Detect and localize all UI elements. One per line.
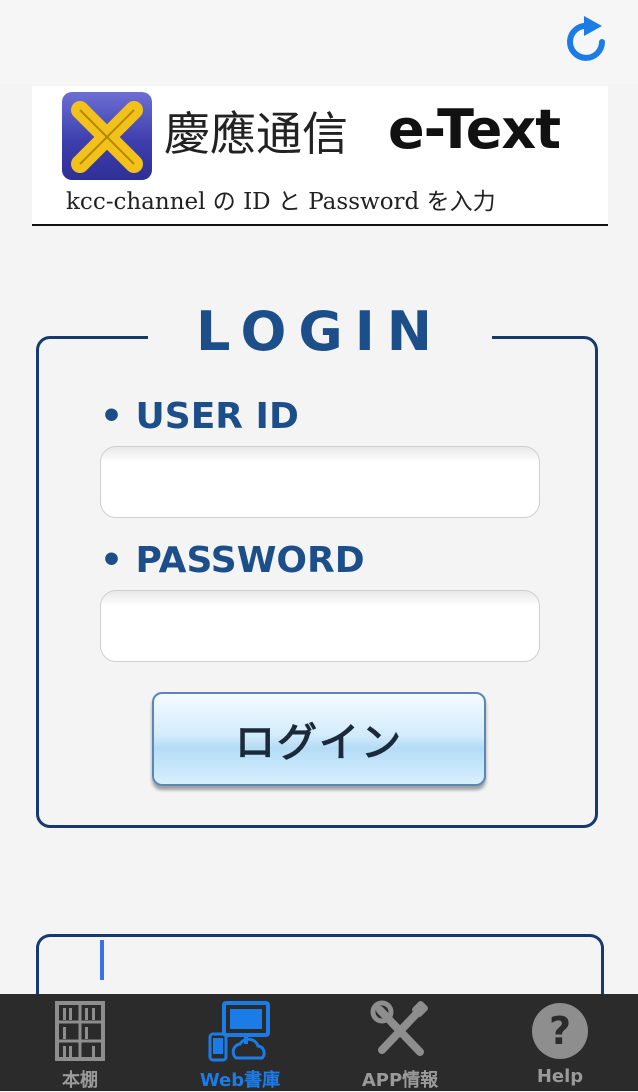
login-heading: LOGIN bbox=[148, 300, 492, 363]
password-label: • PASSWORD bbox=[100, 540, 365, 581]
tab-label: APP情報 bbox=[361, 1070, 439, 1091]
tab-web-library[interactable]: Web書庫 bbox=[160, 994, 320, 1091]
user-id-label: • USER ID bbox=[100, 396, 299, 437]
help-icon: ? bbox=[532, 1003, 588, 1059]
tab-help[interactable]: ? Help bbox=[480, 994, 638, 1091]
top-bar bbox=[0, 0, 638, 84]
web-library-icon bbox=[208, 1001, 270, 1062]
tab-bookshelf[interactable]: 本棚 bbox=[0, 994, 160, 1091]
crossed-pens-icon bbox=[71, 101, 143, 173]
header-banner: 慶應通信 e-Text kcc-channel の ID と Password … bbox=[32, 86, 608, 226]
tab-label: 本棚 bbox=[62, 1070, 98, 1091]
banner-brand: e-Text bbox=[388, 98, 561, 161]
user-id-input[interactable] bbox=[100, 446, 540, 518]
banner-title: 慶應通信 bbox=[164, 107, 348, 161]
banner-subtitle: kcc-channel の ID と Password を入力 bbox=[66, 189, 496, 215]
password-input[interactable] bbox=[100, 590, 540, 662]
login-button[interactable]: ログイン bbox=[152, 692, 486, 786]
tools-icon bbox=[370, 1000, 428, 1056]
tab-app-info[interactable]: APP情報 bbox=[320, 994, 480, 1091]
refresh-button[interactable] bbox=[564, 14, 612, 66]
tab-bar: 本棚 Web書庫 APP情報 ? Help bbox=[0, 994, 638, 1091]
tab-label: Web書庫 bbox=[199, 1070, 281, 1091]
app-logo bbox=[62, 92, 152, 180]
tab-label: Help bbox=[536, 1066, 584, 1087]
text-cursor bbox=[100, 940, 104, 980]
refresh-icon bbox=[567, 16, 605, 61]
svg-text:?: ? bbox=[549, 1009, 571, 1053]
bookshelf-icon bbox=[55, 1001, 105, 1061]
